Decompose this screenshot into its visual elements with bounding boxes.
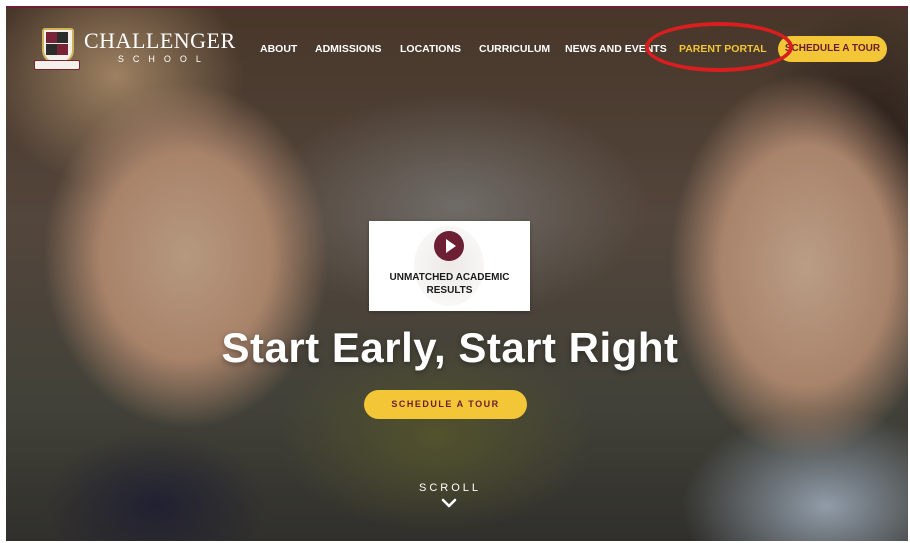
play-icon[interactable] [434, 231, 464, 261]
nav-news-and-events[interactable]: NEWS AND EVENTS [565, 43, 667, 55]
nav-locations[interactable]: LOCATIONS [400, 43, 461, 55]
scroll-label: SCROLL [418, 482, 482, 494]
video-title: UNMATCHED ACADEMIC RESULTS [389, 272, 510, 296]
schedule-tour-header-button[interactable]: SCHEDULE A TOUR [778, 36, 887, 62]
nav-admissions[interactable]: ADMISSIONS [315, 43, 382, 55]
main-nav: ABOUT ADMISSIONS LOCATIONS CURRICULUM NE… [6, 43, 908, 57]
nav-about[interactable]: ABOUT [260, 43, 297, 55]
hero-section: CHALLENGER SCHOOL ABOUT ADMISSIONS LOCAT… [6, 6, 908, 541]
nav-curriculum[interactable]: CURRICULUM [479, 43, 550, 55]
schedule-tour-hero-button[interactable]: SCHEDULE A TOUR [364, 390, 527, 419]
nav-parent-portal[interactable]: PARENT PORTAL [679, 43, 767, 55]
video-card[interactable]: UNMATCHED ACADEMIC RESULTS [369, 221, 530, 311]
chevron-down-icon[interactable] [441, 497, 457, 509]
top-accent-line [6, 6, 908, 8]
hero-headline: Start Early, Start Right [221, 324, 679, 371]
